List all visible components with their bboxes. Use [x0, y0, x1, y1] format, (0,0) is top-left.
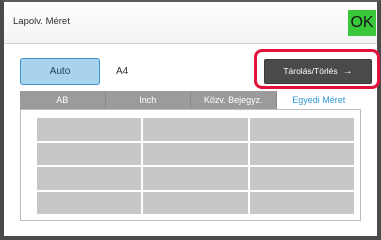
size-tabs: AB Inch Közv. Bejegyz. Egyedi Méret [20, 91, 361, 109]
auto-button[interactable]: Auto [20, 58, 100, 85]
store-delete-label: Tárolás/Törlés [283, 66, 338, 76]
custom-size-slot[interactable] [249, 191, 354, 214]
dialog-header: Lapolv. Méret [4, 2, 377, 44]
custom-size-slot[interactable] [249, 142, 354, 165]
arrow-right-icon: → [342, 66, 353, 77]
tab-custom-size[interactable]: Egyedi Méret [276, 91, 361, 109]
custom-size-slot[interactable] [143, 118, 248, 141]
store-delete-button[interactable]: Tárolás/Törlés → [264, 59, 372, 84]
custom-size-slot[interactable] [37, 167, 142, 190]
custom-size-slot[interactable] [37, 118, 142, 141]
dialog-title: Lapolv. Méret [13, 16, 70, 27]
custom-size-panel [20, 109, 361, 221]
custom-size-slot[interactable] [143, 191, 248, 214]
custom-size-slot[interactable] [249, 167, 354, 190]
custom-size-slot[interactable] [143, 167, 248, 190]
custom-size-slot[interactable] [143, 142, 248, 165]
custom-size-slot[interactable] [249, 118, 354, 141]
selected-size-label: A4 [116, 66, 129, 77]
custom-size-slot[interactable] [37, 142, 142, 165]
custom-size-slot[interactable] [37, 191, 142, 214]
ok-button[interactable]: OK [348, 10, 376, 36]
tab-inch[interactable]: Inch [105, 91, 191, 109]
tab-ab[interactable]: AB [20, 91, 106, 109]
custom-size-grid [37, 118, 354, 214]
tab-common-entry[interactable]: Közv. Bejegyz. [191, 91, 277, 109]
